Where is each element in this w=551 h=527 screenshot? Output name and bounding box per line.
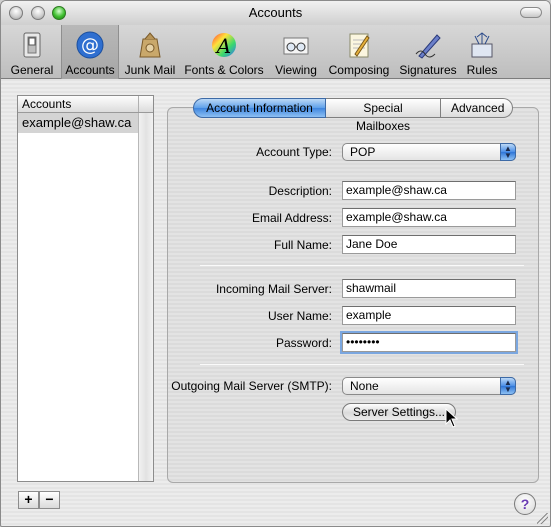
- toolbar-item-junk-mail[interactable]: Junk Mail: [121, 25, 179, 79]
- outgoing-server-popup[interactable]: None ▲ ▼: [342, 377, 516, 395]
- preferences-window: Accounts General @ Accounts Junk Mail A …: [0, 0, 551, 527]
- toolbar-label: Viewing: [275, 63, 317, 77]
- svg-text:@: @: [81, 35, 99, 56]
- server-settings-button[interactable]: Server Settings...: [342, 403, 456, 421]
- toolbar-item-composing[interactable]: Composing: [325, 25, 393, 79]
- window-title: Accounts: [248, 5, 303, 20]
- email-address-label: Email Address:: [251, 211, 332, 225]
- toolbar-item-signatures[interactable]: Signatures: [395, 25, 461, 79]
- email-address-field[interactable]: example@shaw.ca: [342, 208, 516, 227]
- zoom-window-button[interactable]: [52, 6, 66, 20]
- outgoing-server-label: Outgoing Mail Server (SMTP):: [171, 379, 332, 393]
- remove-account-button[interactable]: −: [39, 491, 60, 509]
- incoming-server-label: Incoming Mail Server:: [215, 282, 332, 296]
- description-field[interactable]: example@shaw.ca: [342, 181, 516, 200]
- resize-grip-icon[interactable]: [537, 513, 548, 524]
- accounts-list-header[interactable]: Accounts: [18, 96, 153, 113]
- mouse-pointer-icon: [445, 408, 459, 428]
- preferences-toolbar: General @ Accounts Junk Mail A Fonts & C…: [1, 25, 550, 79]
- full-name-field[interactable]: Jane Doe: [342, 235, 516, 254]
- add-account-button[interactable]: +: [18, 491, 39, 509]
- account-list-item[interactable]: example@shaw.ca: [18, 113, 138, 133]
- account-type-value: POP: [350, 145, 376, 159]
- tab-special-mailboxes[interactable]: Special Mailboxes: [326, 98, 441, 133]
- password-label: Password:: [275, 336, 332, 350]
- popup-arrows-icon: ▲ ▼: [500, 377, 516, 395]
- accounts-list-scrollbar[interactable]: [138, 113, 153, 481]
- outgoing-server-value: None: [350, 379, 379, 393]
- tab-account-information[interactable]: Account Information: [193, 98, 326, 118]
- account-type-label: Account Type:: [256, 145, 332, 159]
- toolbar-item-accounts[interactable]: @ Accounts: [61, 25, 119, 79]
- toolbar-label: Fonts & Colors: [184, 63, 264, 77]
- junk-mail-bag-icon: [139, 32, 161, 58]
- close-window-button[interactable]: [9, 6, 23, 20]
- title-bar[interactable]: Accounts: [1, 1, 550, 25]
- toolbar-item-fonts-colors[interactable]: A Fonts & Colors: [181, 25, 267, 79]
- toolbar-label: Composing: [328, 63, 390, 77]
- pen-signature-icon: [415, 34, 441, 59]
- pencil-paper-icon: [349, 33, 370, 58]
- switch-icon: [23, 32, 41, 58]
- fonts-colors-icon: A: [212, 33, 236, 58]
- toolbar-item-viewing[interactable]: Viewing: [269, 25, 323, 79]
- list-header-corner: [138, 96, 153, 112]
- rules-arrows-icon: [471, 32, 493, 58]
- glasses-icon: [283, 37, 309, 55]
- svg-text:A: A: [215, 34, 231, 58]
- toolbar-label: Signatures: [399, 63, 457, 77]
- toolbar-label: General: [10, 63, 54, 77]
- section-divider: [200, 265, 524, 266]
- accounts-list[interactable]: Accounts example@shaw.ca: [17, 95, 154, 482]
- minimize-window-button[interactable]: [31, 6, 45, 20]
- toolbar-label: Rules: [466, 63, 498, 77]
- toolbar-item-general[interactable]: General: [5, 25, 59, 79]
- section-divider: [200, 364, 524, 365]
- user-name-field[interactable]: example: [342, 306, 516, 325]
- password-field[interactable]: ••••••••: [340, 331, 518, 354]
- full-name-label: Full Name:: [273, 238, 332, 252]
- at-sign-icon: @: [76, 31, 104, 59]
- toolbar-label: Accounts: [65, 63, 115, 77]
- popup-arrows-icon: ▲ ▼: [500, 143, 516, 161]
- tab-advanced[interactable]: Advanced: [441, 98, 513, 118]
- toolbar-item-rules[interactable]: Rules: [463, 25, 501, 79]
- toolbar-toggle-button[interactable]: [520, 7, 542, 18]
- description-label: Description:: [268, 184, 332, 198]
- account-type-popup[interactable]: POP ▲ ▼: [342, 143, 516, 161]
- help-button[interactable]: ?: [514, 493, 536, 515]
- incoming-server-field[interactable]: shawmail: [342, 279, 516, 298]
- toolbar-label: Junk Mail: [124, 63, 176, 77]
- account-tabs: Account Information Special Mailboxes Ad…: [193, 98, 513, 133]
- user-name-label: User Name:: [267, 309, 332, 323]
- accounts-column-title: Accounts: [22, 97, 72, 111]
